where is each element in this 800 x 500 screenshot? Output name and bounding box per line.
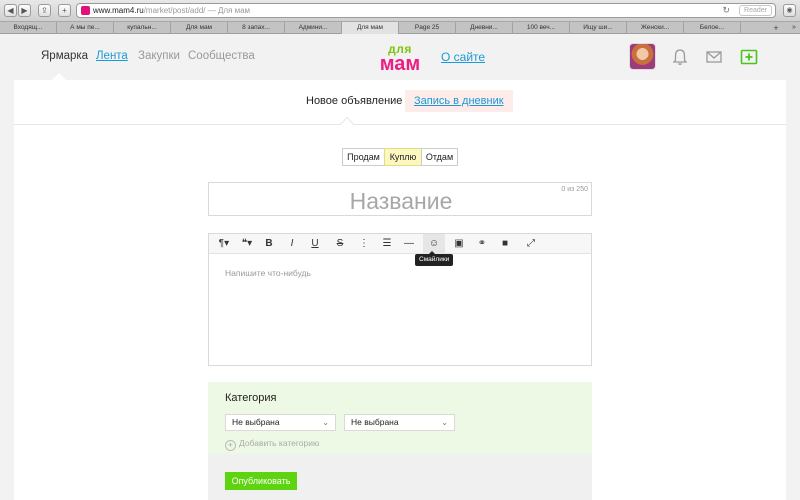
- publish-section: Опубликовать: [208, 454, 592, 500]
- browser-toolbar: ◀ ▶ ⇪ + www.mam4.ru/market/post/add/ — Д…: [0, 0, 800, 22]
- fullscreen-icon[interactable]: ⤢: [520, 234, 542, 254]
- site-logo[interactable]: для мам: [370, 43, 430, 74]
- deal-give-button[interactable]: Отдам: [421, 148, 458, 166]
- address-bar[interactable]: www.mam4.ru/market/post/add/ — Для мам ↻…: [76, 3, 776, 18]
- browser-tab[interactable]: А мы пе...: [57, 22, 114, 34]
- reader-button[interactable]: Reader: [739, 5, 772, 16]
- editor-placeholder: Напишите что-нибудь: [225, 268, 311, 278]
- forward-button[interactable]: ▶: [18, 4, 31, 17]
- nav-zakupki[interactable]: Закупки: [138, 50, 180, 62]
- smiley-tooltip: Смайлики: [415, 251, 454, 266]
- add-bookmark-button[interactable]: +: [58, 4, 71, 17]
- title-char-counter: 0 из 250: [561, 186, 588, 193]
- browser-tab[interactable]: Белое...: [684, 22, 741, 34]
- unordered-list-icon[interactable]: ☰: [376, 234, 398, 254]
- more-tabs-button[interactable]: »: [788, 22, 800, 34]
- tab-diary-entry[interactable]: Запись в дневник: [405, 90, 513, 112]
- add-post-icon[interactable]: [739, 47, 759, 67]
- browser-tab[interactable]: Для мам: [171, 22, 228, 34]
- reload-icon[interactable]: ↻: [722, 4, 730, 17]
- plus-circle-icon: +: [225, 440, 236, 451]
- text-editor[interactable]: ¶▾ ❝▾ B I U S ⋮ ☰ — ☺ ▣ ⚭ ■ ⤢ Напишите что-нибудь: [208, 233, 592, 366]
- bookmarks-icon[interactable]: ◉: [783, 4, 796, 17]
- tab-new-ad[interactable]: Новое объявление: [297, 90, 411, 112]
- browser-tab[interactable]: Page 25: [399, 22, 456, 34]
- browser-tab[interactable]: 100 веч...: [513, 22, 570, 34]
- site-header: Ярмарка Лента Закупки Сообщества для мам…: [0, 35, 800, 80]
- browser-tab[interactable]: 8 запах...: [228, 22, 285, 34]
- bell-icon[interactable]: [670, 47, 690, 67]
- underline-icon[interactable]: U: [304, 234, 326, 254]
- italic-icon[interactable]: I: [281, 234, 303, 254]
- link-icon[interactable]: ⚭: [471, 234, 493, 254]
- ordered-list-icon[interactable]: ⋮: [353, 234, 375, 254]
- browser-tab[interactable]: Ищу ши...: [570, 22, 627, 34]
- post-type-tabs: Новое объявление Запись в дневник: [14, 80, 786, 125]
- about-link[interactable]: О сайте: [441, 50, 485, 64]
- title-placeholder: Название: [349, 188, 453, 214]
- editor-toolbar: ¶▾ ❝▾ B I U S ⋮ ☰ — ☺ ▣ ⚭ ■ ⤢: [209, 234, 591, 254]
- browser-tab[interactable]: Для мам: [342, 22, 399, 34]
- video-icon[interactable]: ■: [494, 234, 516, 254]
- deal-buy-button[interactable]: Куплю: [384, 148, 422, 166]
- category-title: Категория: [225, 392, 277, 404]
- category-select-1[interactable]: Не выбрана ⌄: [225, 414, 336, 431]
- title-input[interactable]: Название 0 из 250: [208, 182, 592, 216]
- paragraph-icon[interactable]: ¶▾: [213, 234, 235, 254]
- nav-lenta[interactable]: Лента: [96, 50, 128, 62]
- strikethrough-icon[interactable]: S: [329, 234, 351, 254]
- nav-yarmarka[interactable]: Ярмарка: [41, 50, 88, 62]
- horizontal-rule-icon[interactable]: —: [398, 234, 420, 254]
- category-select-2[interactable]: Не выбрана ⌄: [344, 414, 455, 431]
- deal-sell-button[interactable]: Продам: [342, 148, 385, 166]
- browser-tab[interactable]: Женски...: [627, 22, 684, 34]
- favicon-icon: [81, 6, 90, 15]
- back-button[interactable]: ◀: [4, 4, 17, 17]
- quote-icon[interactable]: ❝▾: [236, 234, 258, 254]
- new-tab-button[interactable]: +: [768, 22, 784, 34]
- browser-tab-bar: Белое... Женски... Ищу ши... 100 веч... Днев…: [0, 22, 800, 34]
- avatar[interactable]: [629, 43, 656, 70]
- category-section: Категория Не выбрана ⌄ Не выбрана ⌄ + Доб…: [208, 382, 592, 454]
- nav-active-caret: [52, 73, 66, 80]
- url-text: www.mam4.ru/market/post/add/ — Для мам: [93, 6, 251, 15]
- publish-button[interactable]: Опубликовать: [225, 472, 297, 490]
- mail-icon[interactable]: [704, 47, 724, 67]
- nav-soobshchestva[interactable]: Сообщества: [188, 50, 255, 62]
- image-icon[interactable]: ▣: [448, 234, 470, 254]
- browser-tab[interactable]: Админи...: [285, 22, 342, 34]
- browser-tab[interactable]: Входящ...: [0, 22, 57, 34]
- chevron-down-icon: ⌄: [441, 418, 448, 427]
- share-button[interactable]: ⇪: [38, 4, 51, 17]
- add-category-link[interactable]: + Добавить категорию: [225, 438, 319, 451]
- browser-tab[interactable]: купальн...: [114, 22, 171, 34]
- browser-tab[interactable]: Дневни...: [456, 22, 513, 34]
- bold-icon[interactable]: B: [258, 234, 280, 254]
- content-card: Новое объявление Запись в дневник Продам…: [14, 80, 786, 500]
- chevron-down-icon: ⌄: [322, 418, 329, 427]
